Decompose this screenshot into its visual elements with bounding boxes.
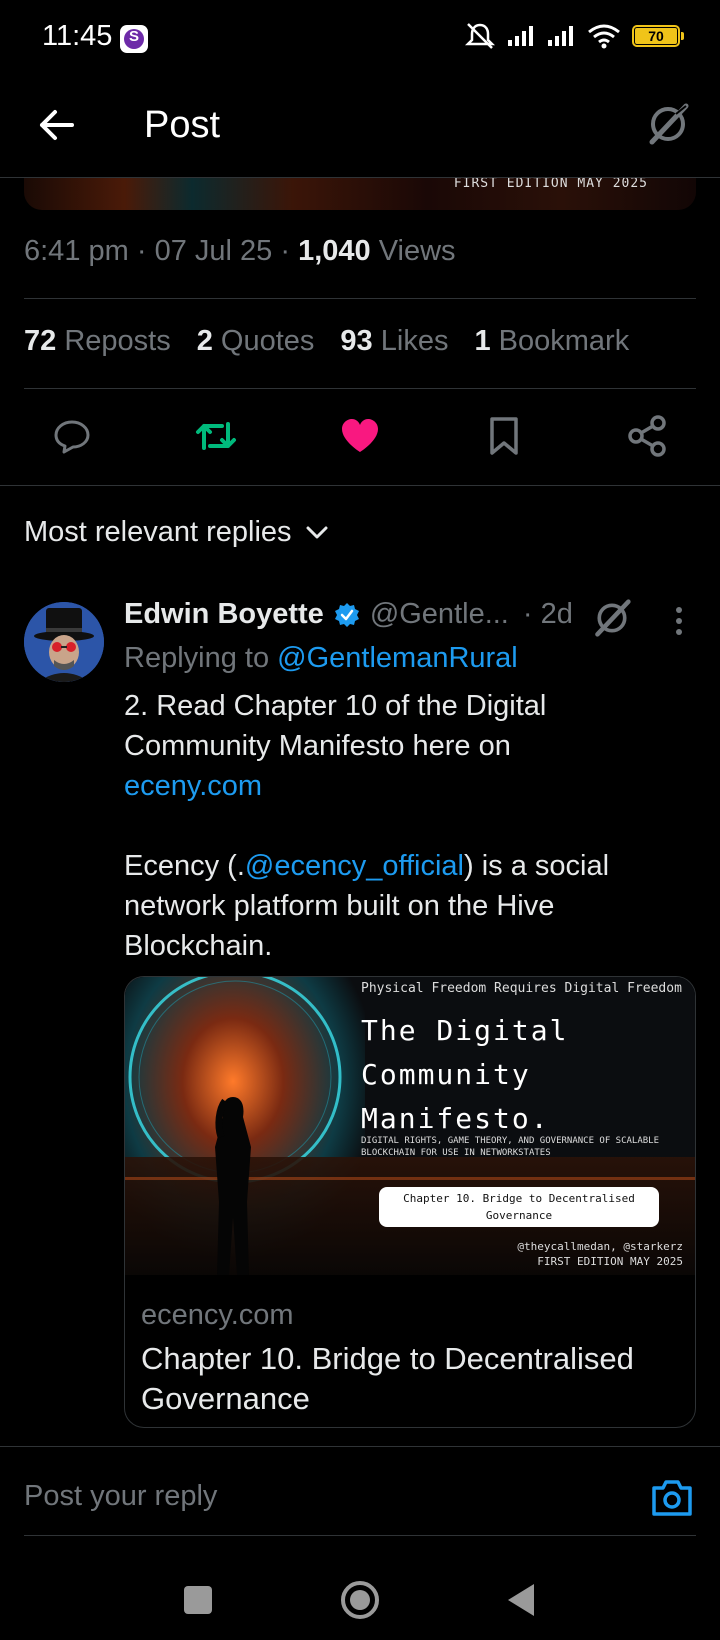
reply-sort-dropdown[interactable]: Most relevant replies xyxy=(24,516,328,549)
post-timestamp: 6:41 pm · 07 Jul 25 · 1,040 Views xyxy=(24,235,456,267)
reply-header: Edwin Boyette @Gentle... · 2d xyxy=(124,598,573,631)
bookmark-button[interactable] xyxy=(480,412,528,460)
image-chapter-pill: Chapter 10. Bridge to Decentralised Gove… xyxy=(379,1187,659,1227)
quotes-stat[interactable]: 2 Quotes xyxy=(197,325,315,358)
image-subtitle-text: DIGITAL RIGHTS, GAME THEORY, AND GOVERNA… xyxy=(361,1136,660,1158)
likes-stat[interactable]: 93 Likes xyxy=(340,325,448,358)
image-top-text: Physical Freedom Requires Digital Freedo… xyxy=(361,981,682,996)
bookmark-icon xyxy=(490,417,518,455)
repost-icon xyxy=(196,422,236,450)
app-notification-icon: S xyxy=(120,25,148,53)
signal-icon xyxy=(508,26,533,46)
share-icon xyxy=(628,415,666,457)
image-title-text: The Digital Community Manifesto. xyxy=(361,1014,569,1135)
reply-button[interactable] xyxy=(48,412,96,460)
share-button[interactable] xyxy=(624,412,672,460)
reply-paragraph-1: 2. Read Chapter 10 of the Digital Commun… xyxy=(124,690,547,802)
reply-age: · 2d xyxy=(522,598,573,630)
top-app-bar: Post xyxy=(0,80,720,178)
divider xyxy=(24,1535,696,1536)
sort-label: Most relevant replies xyxy=(24,516,292,548)
like-button[interactable] xyxy=(336,412,384,460)
views-count: 1,040 xyxy=(298,235,371,267)
status-bar: 11:45 S 70 xyxy=(0,0,720,80)
mute-icon xyxy=(464,23,496,49)
reply-body: 2. Read Chapter 10 of the Digital Commun… xyxy=(124,686,684,1006)
replying-to-link[interactable]: @GentlemanRural xyxy=(277,642,518,674)
card-title: Chapter 10. Bridge to Decentralised Gove… xyxy=(141,1341,634,1416)
divider xyxy=(0,485,720,486)
chevron-down-icon xyxy=(306,526,328,538)
image-credit: @theycallmedan, @starkerz FIRST EDITION … xyxy=(517,1240,683,1268)
avatar-image xyxy=(24,602,104,682)
grok-icon[interactable] xyxy=(646,102,690,146)
post-image-bottom[interactable]: FIRST EDITION MAY 2025 xyxy=(24,178,696,210)
back-button-icon[interactable] xyxy=(500,1578,544,1622)
reply-author-name[interactable]: Edwin Boyette xyxy=(124,598,324,631)
signal-icon-2 xyxy=(548,26,573,46)
back-arrow-icon[interactable] xyxy=(36,104,78,146)
reply-input[interactable]: Post your reply xyxy=(24,1480,217,1513)
post-action-bar xyxy=(0,412,720,462)
home-button-icon[interactable] xyxy=(338,1578,382,1622)
post-stats: 72 Reposts 2 Quotes 93 Likes 1 Bookmark xyxy=(24,325,629,358)
divider xyxy=(24,388,696,389)
page-title: Post xyxy=(144,104,221,146)
reply-icon xyxy=(54,420,90,454)
mention-link[interactable]: @ecency_official xyxy=(245,850,464,882)
battery-icon: 70 xyxy=(632,25,684,47)
status-time: 11:45 xyxy=(42,20,113,52)
card-domain: ecency.com xyxy=(141,1299,294,1331)
grok-icon[interactable] xyxy=(592,598,632,638)
image-caption: FIRST EDITION MAY 2025 xyxy=(453,178,648,191)
heart-icon xyxy=(342,419,378,452)
system-nav-bar xyxy=(0,1560,720,1640)
reposts-stat[interactable]: 72 Reposts xyxy=(24,325,171,358)
bookmarks-stat[interactable]: 1 Bookmark xyxy=(474,325,629,358)
more-options-icon[interactable] xyxy=(668,604,690,638)
reply-paragraph-2: Ecency (.@ecency_official) is a social n… xyxy=(124,850,610,962)
reply-link[interactable]: eceny.com xyxy=(124,770,262,802)
recents-button-icon[interactable] xyxy=(176,1578,220,1622)
status-icons: 70 xyxy=(464,22,684,50)
card-image: Physical Freedom Requires Digital Freedo… xyxy=(125,977,695,1275)
avatar[interactable] xyxy=(24,602,104,682)
verified-badge-icon xyxy=(334,602,359,627)
divider xyxy=(24,298,696,299)
wifi-icon xyxy=(588,24,620,49)
reply-author-handle[interactable]: @Gentle... xyxy=(370,598,509,631)
replying-to: Replying to @GentlemanRural xyxy=(124,642,518,674)
repost-button[interactable] xyxy=(192,412,240,460)
divider xyxy=(0,1446,720,1447)
link-preview-card[interactable]: Physical Freedom Requires Digital Freedo… xyxy=(124,976,696,1428)
camera-icon[interactable] xyxy=(650,1478,694,1518)
